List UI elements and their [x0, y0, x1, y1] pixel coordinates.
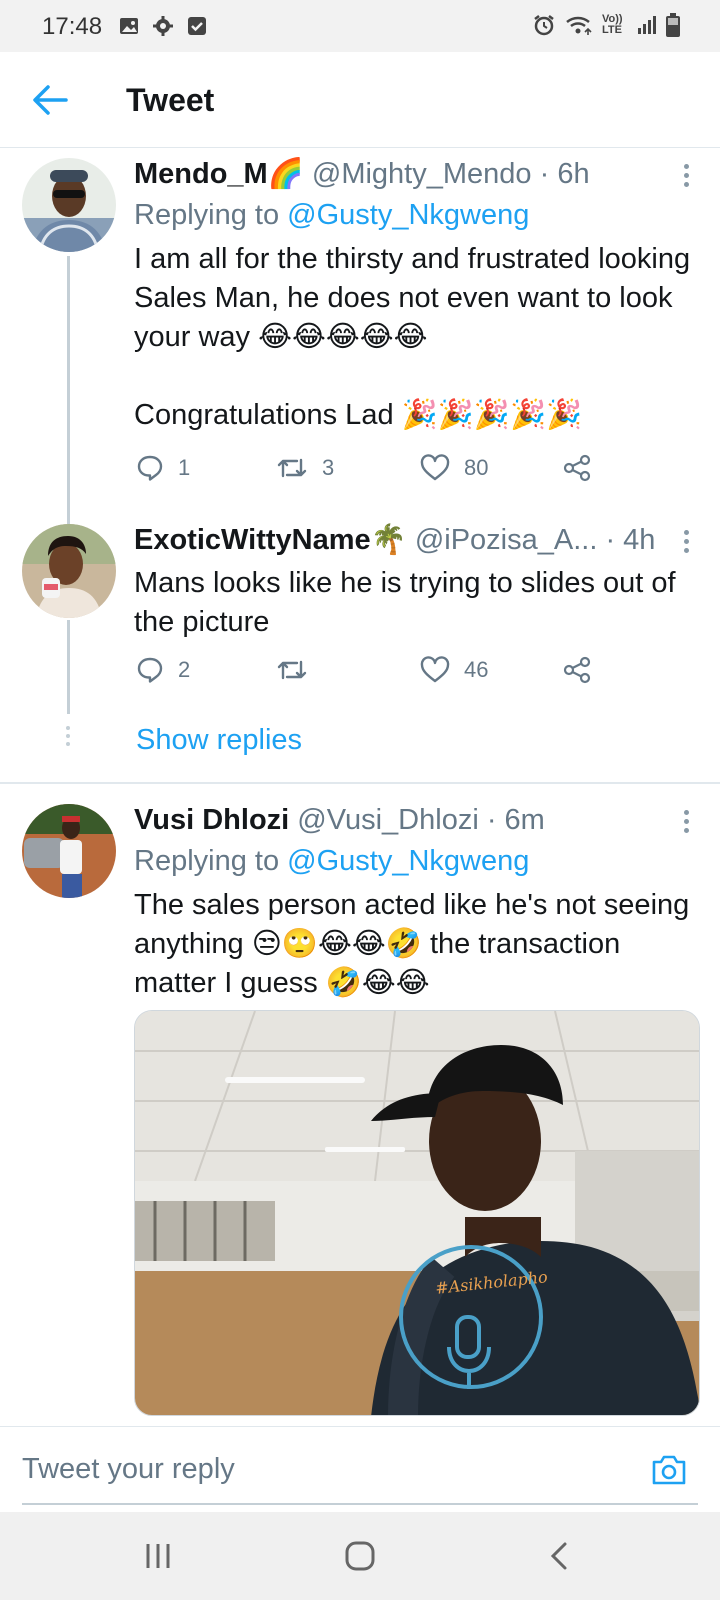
avatar[interactable] — [22, 158, 116, 252]
reply-count: 2 — [178, 657, 191, 682]
tweet-time: · 6m — [486, 804, 545, 836]
thread-line — [67, 620, 70, 714]
author-handle[interactable]: @Mighty_Mendo — [312, 158, 532, 190]
back-icon[interactable] — [540, 1540, 580, 1572]
reply-icon — [137, 657, 163, 683]
author-handle[interactable]: @iPozisa_A... — [415, 524, 598, 556]
reply-count: 1 — [178, 455, 191, 480]
tweet-header: Vusi Dhlozi @Vusi_Dhlozi · 6m — [134, 802, 698, 838]
retweet-button[interactable] — [276, 656, 322, 684]
retweet-icon — [277, 458, 307, 478]
battery-icon — [666, 13, 680, 37]
share-button[interactable] — [562, 656, 592, 684]
checkbox-icon — [188, 17, 206, 35]
retweet-count: 3 — [322, 455, 335, 480]
heart-icon — [420, 454, 450, 481]
reply-button[interactable]: 2 — [136, 656, 190, 684]
author-name[interactable]: Vusi Dhlozi — [134, 804, 289, 836]
avatar[interactable] — [22, 804, 116, 898]
author-name[interactable]: ExoticWittyName🌴 — [134, 524, 407, 556]
author-handle[interactable]: @Vusi_Dhlozi — [297, 804, 479, 836]
tweet-text: I am all for the thirsty and frustrated … — [134, 243, 691, 431]
gear-icon — [153, 16, 173, 36]
reply-composer — [0, 1426, 720, 1512]
signal-icon — [638, 16, 656, 34]
tweet-header: ExoticWittyName🌴 @iPozisa_A... · 4h — [134, 522, 698, 558]
reply-button[interactable]: 1 — [136, 454, 190, 482]
replying-to: Replying to @Gusty_Nkgweng — [134, 842, 698, 880]
heart-icon — [420, 656, 450, 683]
page-title: Tweet — [126, 82, 215, 118]
replying-prefix: Replying to — [134, 845, 280, 877]
retweet-button[interactable]: 3 — [276, 454, 334, 482]
alarm-icon — [534, 15, 554, 36]
reply-underline — [22, 1503, 698, 1505]
status-time: 17:48 — [42, 13, 103, 40]
tweet-reply[interactable]: Mendo_M🌈 @Mighty_Mendo · 6h Replying to … — [0, 150, 720, 526]
reply-icon — [137, 455, 163, 481]
recent-apps-icon[interactable] — [138, 1540, 178, 1572]
like-count: 80 — [464, 455, 489, 480]
tweet-time: · 4h — [605, 524, 656, 556]
status-bar: 17:48 Vo)) LTE — [0, 0, 720, 52]
replying-to-link[interactable]: @Gusty_Nkgweng — [287, 845, 529, 877]
camera-icon[interactable] — [650, 1453, 688, 1487]
share-icon — [563, 656, 591, 684]
like-button[interactable]: 46 — [420, 656, 488, 684]
avatar[interactable] — [22, 524, 116, 618]
share-button[interactable] — [562, 454, 592, 482]
more-options-icon[interactable] — [682, 164, 690, 190]
home-icon[interactable] — [340, 1540, 380, 1572]
divider — [0, 782, 720, 784]
thread-continuation-dots — [66, 726, 70, 750]
retweet-icon — [277, 660, 307, 680]
tweet-header: Mendo_M🌈 @Mighty_Mendo · 6h — [134, 156, 698, 192]
more-options-icon[interactable] — [682, 530, 690, 556]
tweet-text: Mans looks like he is trying to slides o… — [134, 567, 676, 638]
app-header: Tweet — [0, 52, 720, 148]
share-icon — [563, 454, 591, 482]
reply-input[interactable] — [22, 1449, 582, 1489]
tweet-media-image[interactable]: #Asikholapho — [134, 1010, 700, 1416]
like-count: 46 — [464, 657, 489, 682]
thread-line — [67, 256, 70, 526]
replying-to-link[interactable]: @Gusty_Nkgweng — [287, 199, 529, 231]
system-nav-bar — [0, 1512, 720, 1600]
replying-prefix: Replying to — [134, 199, 280, 231]
like-button[interactable]: 80 — [420, 454, 488, 482]
wifi-icon — [566, 16, 592, 35]
volte-icon: Vo)) LTE — [602, 13, 623, 36]
back-arrow-icon[interactable] — [30, 82, 70, 118]
replying-to: Replying to @Gusty_Nkgweng — [134, 196, 698, 234]
tweet-time: · 6h — [539, 158, 590, 190]
tweet-text: The sales person acted like he's not see… — [134, 889, 690, 999]
author-name[interactable]: Mendo_M🌈 — [134, 158, 304, 190]
image-icon — [120, 18, 138, 34]
tweet-reply[interactable]: ExoticWittyName🌴 @iPozisa_A... · 4h Mans… — [0, 520, 720, 770]
more-options-icon[interactable] — [682, 810, 690, 836]
show-replies-link[interactable]: Show replies — [136, 724, 302, 757]
